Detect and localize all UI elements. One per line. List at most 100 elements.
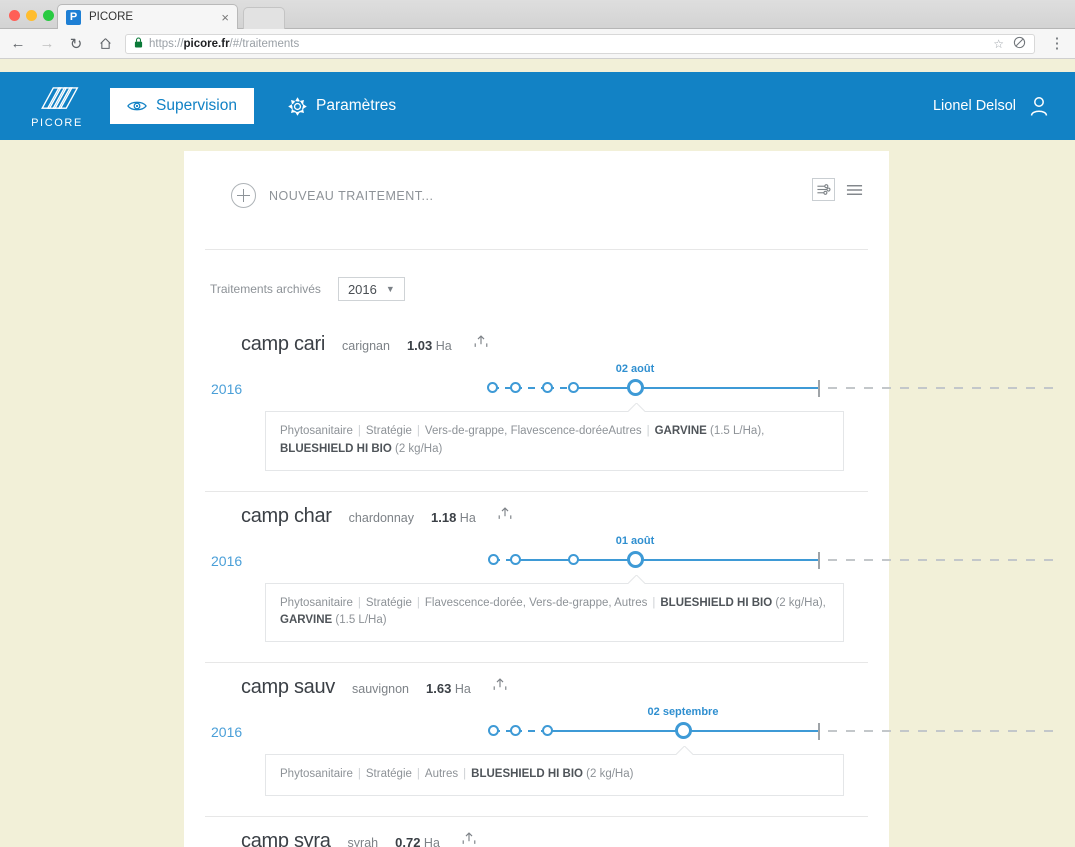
product-dose: (2 kg/Ha)	[586, 768, 634, 781]
timeline-node-active[interactable]	[674, 722, 692, 740]
treatment-card-list: camp cari carignan 1.03 Ha 2016 02 août Phyto…	[205, 320, 1060, 847]
plot-area-unit: Ha	[423, 836, 440, 847]
app-header: PICORE Supervision Paramètres Lionel Del…	[0, 72, 1075, 140]
reload-icon[interactable]: ↻	[65, 33, 87, 55]
timeline-node[interactable]	[487, 725, 499, 737]
lock-icon	[134, 36, 143, 51]
new-treatment-button[interactable]: NOUVEAU TRAITEMENT...	[231, 183, 433, 208]
sliders-icon	[817, 184, 831, 195]
timeline-node[interactable]	[509, 725, 521, 737]
browser-menu-icon[interactable]: ⋮	[1045, 36, 1069, 51]
chevron-down-icon: ▼	[385, 284, 395, 294]
treatment-card[interactable]: camp char chardonnay 1.18 Ha 2016 01 août Phy…	[205, 492, 1060, 664]
detail-products: BLUESHIELD HI BIO (2 kg/Ha)	[471, 768, 633, 780]
treatment-detail-bar[interactable]: Phytosanitaire | Stratégie | Autres | BLUESHIE…	[265, 754, 844, 797]
maximize-window-button[interactable]	[43, 10, 54, 21]
timeline-segment	[573, 387, 635, 389]
treatment-detail-bar[interactable]: Phytosanitaire | Stratégie | Vers-de-grappe,…	[265, 411, 844, 471]
detail-text: Phytosanitaire | Stratégie | Flavescence-dor…	[280, 597, 826, 627]
content-sheet: NOUVEAU TRAITEMENT... Traitements archiv…	[184, 151, 1060, 847]
timeline-node[interactable]	[486, 382, 498, 393]
treatment-card-header: camp char chardonnay 1.18 Ha	[241, 505, 868, 528]
close-window-button[interactable]	[9, 10, 20, 21]
timeline-node[interactable]	[541, 725, 553, 737]
list-icon	[846, 184, 862, 195]
back-icon[interactable]: ←	[7, 33, 29, 55]
timeline-future-line	[828, 387, 1060, 389]
filter-button[interactable]	[812, 178, 835, 201]
browser-tab[interactable]: P PICORE ×	[57, 4, 238, 29]
archive-year-select[interactable]: 2016 ▼	[337, 277, 405, 301]
detail-notch	[676, 746, 693, 755]
timeline-track[interactable]: 01 août	[486, 534, 1060, 583]
grape-variety: syrah	[347, 836, 379, 847]
timeline-track[interactable]: 02 août	[486, 363, 1060, 411]
timeline-node[interactable]	[567, 382, 579, 393]
nav-item-parametres[interactable]: Paramètres	[272, 88, 412, 124]
detail-text: Phytosanitaire | Stratégie | Autres | BLUESHIE…	[280, 768, 633, 780]
plot-area-value: 0.72	[395, 835, 421, 847]
window-controls[interactable]	[9, 10, 54, 21]
user-menu[interactable]: Lionel Delsol	[933, 96, 1049, 117]
product-name: GARVINE	[654, 425, 707, 437]
detail-separator: |	[416, 425, 420, 437]
treatment-card[interactable]: camp sauv sauvignon 1.63 Ha 2016 02 septembr…	[205, 663, 1060, 818]
timeline-node-active[interactable]	[626, 550, 644, 568]
timeline-node[interactable]	[567, 553, 579, 565]
address-bar[interactable]: https://picore.fr/#/traitements ☆	[125, 33, 1035, 54]
detail-text: Phytosanitaire | Stratégie | Vers-de-grappe,…	[280, 425, 764, 455]
plot-area: 1.63 Ha	[426, 681, 471, 696]
timeline-node[interactable]	[509, 553, 521, 565]
plot-name: camp sauv	[241, 676, 336, 699]
product-dose: (1.5 L/Ha)	[335, 614, 387, 627]
lock-glyph	[134, 36, 143, 47]
plot-name: camp char	[241, 504, 332, 527]
page-viewport: PICORE Supervision Paramètres Lionel Del…	[0, 60, 1075, 847]
today-marker	[818, 723, 820, 741]
nav-item-supervision[interactable]: Supervision	[110, 88, 254, 124]
plot-area-value: 1.03	[406, 338, 433, 353]
grape-variety: chardonnay	[348, 510, 414, 525]
close-tab-icon[interactable]: ×	[221, 10, 229, 25]
treatment-card[interactable]: camp cari carignan 1.03 Ha 2016 02 août Phyto…	[205, 320, 1060, 492]
plot-area-value: 1.18	[431, 509, 457, 525]
new-tab-button[interactable]	[243, 7, 285, 29]
export-button[interactable]	[497, 506, 513, 527]
archive-label: Traitements archivés	[210, 282, 321, 296]
list-view-button[interactable]	[844, 180, 864, 200]
detail-strategy: Stratégie	[365, 425, 412, 437]
plot-area: 1.18 Ha	[431, 510, 476, 525]
home-icon[interactable]	[94, 33, 116, 55]
plus-circle-icon	[231, 183, 256, 208]
detail-targets: Vers-de-grappe, Flavescence-doréeAutres	[424, 425, 642, 437]
treatment-detail-bar[interactable]: Phytosanitaire | Stratégie | Flavescence-dor…	[265, 582, 844, 643]
picore-logo[interactable]: PICORE	[22, 84, 92, 129]
timeline-node[interactable]	[541, 382, 553, 393]
minimize-window-button[interactable]	[26, 10, 37, 21]
home-glyph	[99, 38, 111, 49]
timeline-segment	[573, 558, 635, 561]
detail-type: Phytosanitaire	[280, 768, 353, 781]
product-name: BLUESHIELD HI BIO	[471, 768, 583, 781]
bookmark-star-icon[interactable]: ☆	[993, 37, 1004, 51]
export-button[interactable]	[492, 677, 508, 698]
treatment-card[interactable]: camp syrasyrah0.72 Ha201602 août13 septe…	[205, 817, 868, 847]
timeline-node[interactable]	[509, 382, 521, 393]
treatment-card-header: camp syra syrah 0.72 Ha	[241, 830, 868, 847]
export-button[interactable]	[461, 831, 477, 847]
forward-icon[interactable]: →	[36, 33, 58, 55]
shield-icon[interactable]	[1013, 36, 1026, 52]
archive-filter-row: Traitements archivés 2016 ▼	[210, 277, 889, 301]
user-avatar-icon	[1030, 96, 1048, 116]
detail-separator: |	[416, 596, 420, 609]
detail-notch	[628, 403, 645, 412]
timeline-node[interactable]	[487, 553, 499, 565]
url-text: https://picore.fr/#/traitements	[149, 38, 299, 50]
export-button[interactable]	[473, 334, 489, 355]
logo-mark-icon	[41, 86, 79, 109]
timeline-current-line	[635, 387, 818, 389]
url-domain: picore.fr	[183, 37, 230, 50]
timeline-node-label: 01 août	[615, 534, 655, 547]
timeline-node-active[interactable]	[626, 379, 644, 396]
treatment-timeline: 2016 02 août	[205, 363, 1060, 411]
